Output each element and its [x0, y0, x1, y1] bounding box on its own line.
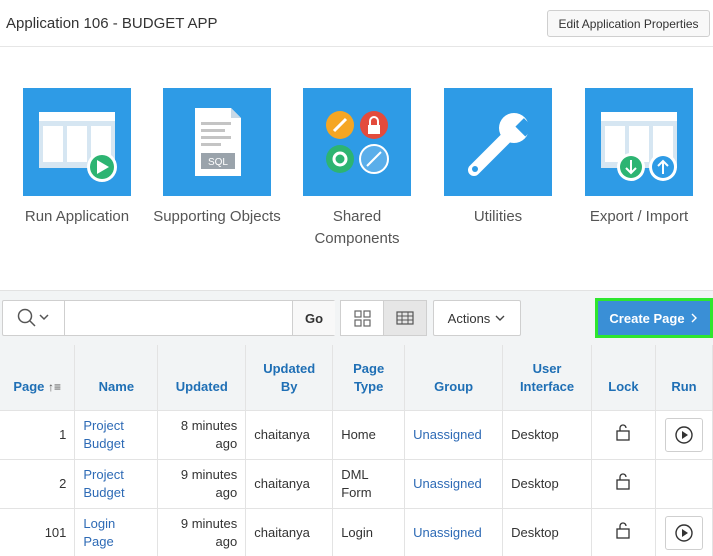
updated-cell: 8 minutes ago — [157, 410, 247, 460]
table-icon — [396, 311, 414, 325]
page-number: 2 — [0, 459, 76, 509]
report-view-button[interactable] — [383, 300, 427, 336]
actions-menu-button[interactable]: Actions — [433, 300, 521, 336]
chevron-down-icon — [495, 315, 505, 321]
column-header-name[interactable]: Name — [74, 345, 159, 411]
actions-label: Actions — [447, 310, 491, 326]
pages-report-table: Page ↑≡ Name Updated Updated By Page Typ… — [0, 345, 713, 556]
page-number: 101 — [0, 508, 76, 556]
column-header-user-interface[interactable]: User Interface — [502, 345, 592, 411]
updated-by-cell: chaitanya — [245, 508, 334, 556]
updated-by-cell: chaitanya — [245, 459, 334, 509]
search-column-selector[interactable] — [3, 301, 65, 335]
page-type-cell: Home — [332, 410, 406, 460]
search-icon — [17, 308, 49, 327]
user-interface-cell: Desktop — [502, 508, 592, 556]
run-cell — [655, 459, 713, 509]
table-row: 2 Project Budget 9 minutes ago chaitanya… — [0, 459, 713, 509]
search-bar: Go — [2, 300, 335, 336]
updated-by-cell: chaitanya — [245, 410, 334, 460]
table-row: 1 Project Budget 8 minutes ago chaitanya… — [0, 410, 713, 460]
unlock-icon — [616, 522, 631, 539]
shared-components-label-line1: Shared — [332, 208, 382, 225]
chevron-right-icon — [691, 313, 697, 323]
table-header-row: Page ↑≡ Name Updated Updated By Page Typ… — [0, 345, 713, 411]
run-page-button[interactable] — [664, 515, 703, 550]
column-header-page[interactable]: Page ↑≡ — [0, 345, 76, 411]
icon-view-button[interactable] — [340, 300, 384, 336]
shared-components-icon — [303, 88, 411, 196]
shared-components-label-line2: Components — [314, 230, 400, 247]
run-page-button[interactable] — [664, 417, 703, 452]
group-link[interactable]: Unassigned — [404, 459, 504, 509]
create-page-button[interactable]: Create Page — [598, 301, 710, 335]
run-application-icon — [23, 88, 131, 196]
page-number: 1 — [0, 410, 76, 460]
page-name-link[interactable]: Project Budget — [74, 459, 159, 509]
column-header-updated-by[interactable]: Updated By — [245, 345, 334, 411]
column-header-run[interactable]: Run — [655, 345, 713, 411]
page-type-cell: DML Form — [332, 459, 406, 509]
user-interface-cell: Desktop — [502, 410, 592, 460]
create-page-label: Create Page — [609, 310, 685, 326]
group-link[interactable]: Unassigned — [404, 410, 504, 460]
sql-icon-text: SQL — [208, 157, 228, 168]
search-input[interactable] — [66, 301, 291, 335]
column-header-group[interactable]: Group — [404, 345, 504, 411]
go-button[interactable]: Go — [292, 301, 335, 335]
group-link[interactable]: Unassigned — [404, 508, 504, 556]
unlock-icon — [616, 473, 631, 490]
updated-cell: 9 minutes ago — [157, 459, 247, 509]
page-type-cell: Login — [332, 508, 406, 556]
export-import-label: Export / Import — [589, 208, 689, 225]
user-interface-cell: Desktop — [502, 459, 592, 509]
sql-document-icon: SQL — [163, 88, 271, 196]
play-icon — [675, 425, 693, 444]
unlock-icon — [616, 424, 631, 441]
wrench-icon — [444, 88, 552, 196]
app-header: Application 106 - BUDGET APP Edit Applic… — [0, 0, 713, 47]
run-cell — [655, 508, 713, 556]
page-name-link[interactable]: Project Budget — [74, 410, 159, 460]
export-import-icon — [585, 88, 693, 196]
updated-cell: 9 minutes ago — [157, 508, 247, 556]
lock-cell[interactable] — [591, 508, 656, 556]
grid-icon — [354, 310, 371, 327]
table-row: 101 Login Page 9 minutes ago chaitanya L… — [0, 508, 713, 556]
edit-application-properties-button[interactable]: Edit Application Properties — [547, 10, 710, 37]
column-header-updated[interactable]: Updated — [157, 345, 247, 411]
create-page-highlight: Create Page — [595, 298, 713, 338]
column-header-page-type[interactable]: Page Type — [332, 345, 406, 411]
lock-cell[interactable] — [591, 459, 656, 509]
sort-ascending-icon: ↑≡ — [48, 379, 62, 394]
column-header-lock[interactable]: Lock — [591, 345, 656, 411]
run-cell — [655, 410, 713, 460]
page-title: Application 106 - BUDGET APP — [6, 15, 218, 32]
page-name-link[interactable]: Login Page — [74, 508, 159, 556]
chevron-down-icon — [39, 314, 49, 321]
play-icon — [675, 523, 693, 542]
lock-cell[interactable] — [591, 410, 656, 460]
